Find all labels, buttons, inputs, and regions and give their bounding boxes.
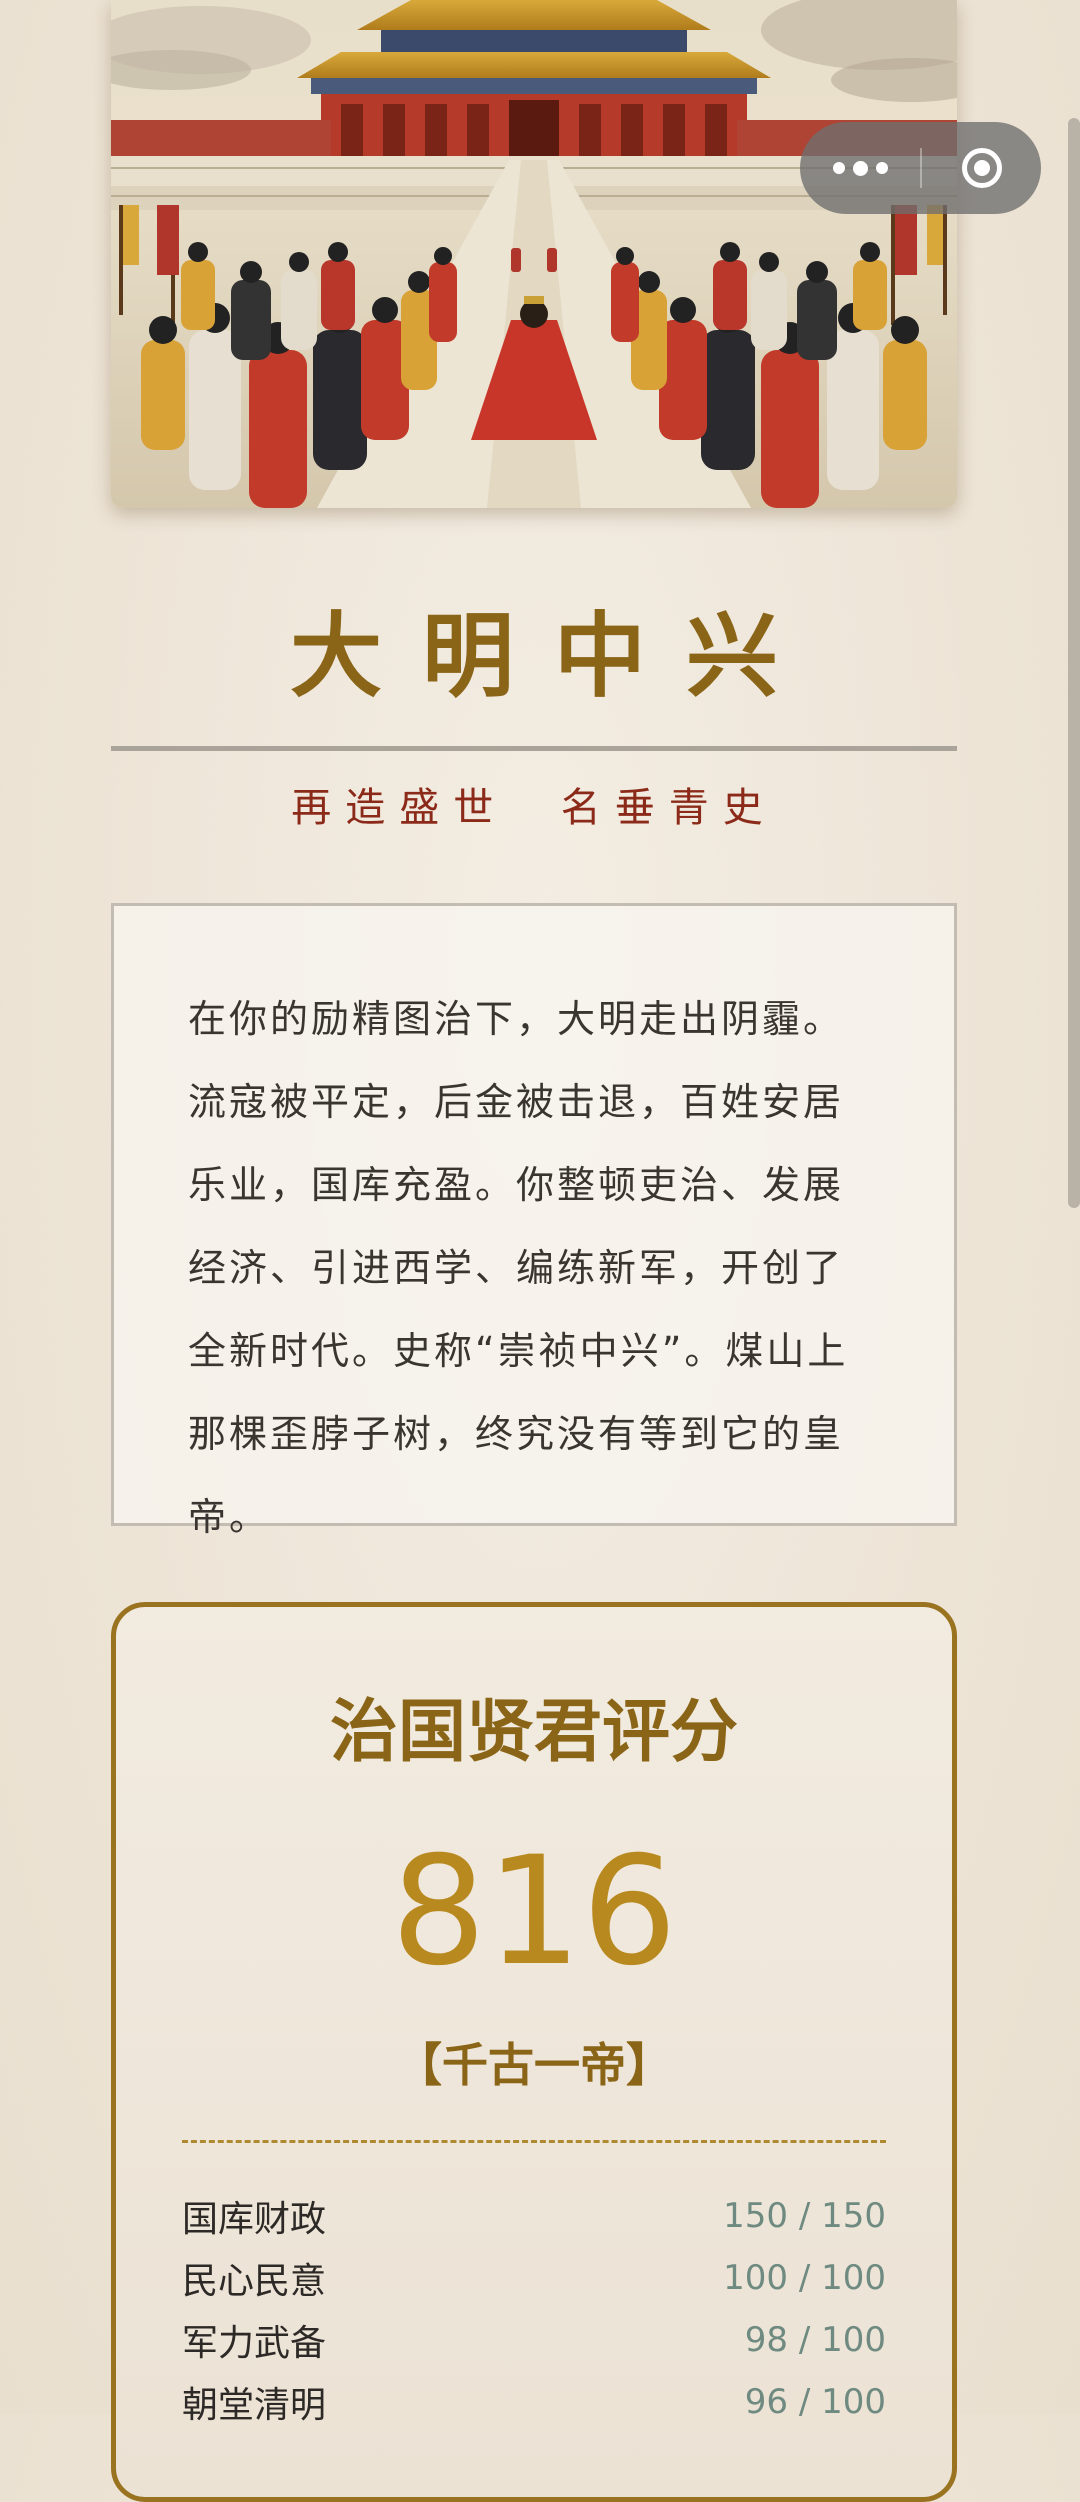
hero-illustration bbox=[111, 0, 957, 508]
stat-label: 国库财政 bbox=[182, 2199, 327, 2240]
target-close-icon[interactable] bbox=[922, 122, 1041, 214]
ending-story-panel: 在你的励精图治下，大明走出阴霾。流寇被平定，后金被击退，百姓安居乐业，国库充盈。… bbox=[111, 903, 957, 1539]
page-subtitle: 再造盛世 名垂青史 bbox=[291, 785, 777, 831]
stat-list: 国库财政 150 / 150 民心民意 100 / 100 军力武备 98 / … bbox=[182, 2185, 886, 2433]
palace-court-painting bbox=[111, 0, 957, 508]
stat-row-treasury: 国库财政 150 / 150 bbox=[182, 2185, 886, 2247]
stat-row-military: 军力武备 98 / 100 bbox=[182, 2309, 886, 2371]
scrollbar-thumb[interactable] bbox=[1068, 118, 1080, 1208]
stat-value: 96 / 100 bbox=[744, 2382, 886, 2422]
page-title: 大明中兴 bbox=[289, 602, 818, 710]
stat-row-court: 朝堂清明 96 / 100 bbox=[182, 2371, 886, 2433]
rank-title: 【千古一帝】 bbox=[396, 2038, 672, 2092]
stat-label: 朝堂清明 bbox=[182, 2385, 327, 2426]
stat-label: 军力武备 bbox=[182, 2323, 327, 2364]
stat-value: 98 / 100 bbox=[744, 2320, 886, 2360]
more-dots-icon[interactable] bbox=[800, 122, 920, 214]
title-divider bbox=[111, 746, 957, 751]
stat-label: 民心民意 bbox=[182, 2261, 327, 2302]
total-score: 816 bbox=[390, 1825, 678, 1999]
stat-value: 150 / 150 bbox=[723, 2196, 886, 2236]
score-card: 治国贤君评分 816 【千古一帝】 国库财政 150 / 150 民心民意 10… bbox=[111, 1602, 957, 2502]
stat-value: 100 / 100 bbox=[723, 2258, 886, 2298]
score-divider bbox=[182, 2140, 886, 2143]
ending-story-text: 在你的励精图治下，大明走出阴霾。流寇被平定，后金被击退，百姓安居乐业，国库充盈。… bbox=[188, 997, 849, 1539]
score-card-title: 治国贤君评分 bbox=[329, 1692, 738, 1772]
stat-row-public-support: 民心民意 100 / 100 bbox=[182, 2247, 886, 2309]
mini-program-capsule bbox=[800, 122, 1041, 214]
